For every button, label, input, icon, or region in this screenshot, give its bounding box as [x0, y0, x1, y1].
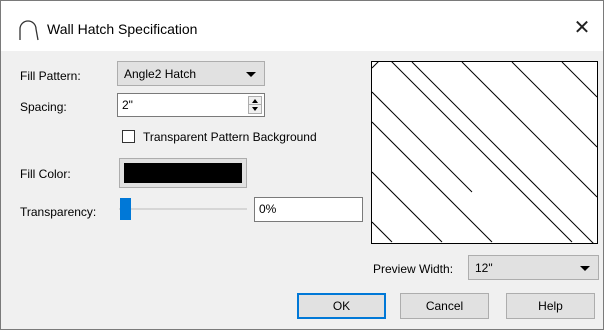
help-button-label: Help [538, 299, 563, 313]
fill-pattern-dropdown[interactable]: Angle2 Hatch [117, 61, 265, 86]
spacing-input[interactable]: 2" [117, 93, 265, 117]
spin-down-icon[interactable] [252, 107, 258, 111]
wall-hatch-dialog: Wall Hatch Specification ✕ Fill Pattern:… [0, 0, 604, 330]
preview-width-value: 12" [475, 261, 493, 275]
spin-divider [249, 104, 261, 105]
spacing-value: 2" [122, 98, 133, 112]
fill-pattern-value: Angle2 Hatch [124, 67, 197, 81]
transparency-label: Transparency: [20, 205, 97, 219]
ok-button-label: OK [332, 299, 351, 313]
fill-color-label: Fill Color: [20, 167, 71, 181]
ok-button[interactable]: OK [297, 293, 386, 319]
window-title: Wall Hatch Specification [47, 21, 198, 37]
transparency-input[interactable]: 0% [254, 197, 363, 222]
preview-width-label: Preview Width: [373, 262, 454, 276]
fill-color-swatch [124, 163, 242, 183]
fill-pattern-label: Fill Pattern: [20, 69, 81, 83]
preview-width-dropdown[interactable]: 12" [468, 255, 599, 280]
close-icon: ✕ [573, 17, 591, 39]
chevron-down-icon [246, 72, 256, 77]
chevron-down-icon [580, 266, 590, 271]
hatch-pattern-graphic [372, 62, 597, 243]
cancel-button-label: Cancel [425, 299, 464, 313]
spacing-label: Spacing: [20, 100, 67, 114]
cancel-button[interactable]: Cancel [400, 293, 489, 319]
hatch-preview [371, 61, 598, 244]
transparency-slider-thumb[interactable] [120, 198, 131, 220]
transparent-bg-label[interactable]: Transparent Pattern Background [143, 130, 317, 144]
spin-up-icon[interactable] [252, 99, 258, 103]
wall-arc-icon [19, 20, 39, 41]
spacing-stepper[interactable] [248, 96, 262, 114]
fill-color-button[interactable] [119, 158, 247, 188]
transparent-bg-checkbox[interactable] [122, 130, 135, 143]
transparency-value: 0% [259, 202, 277, 216]
help-button[interactable]: Help [506, 293, 595, 319]
transparency-slider-track[interactable] [119, 208, 247, 210]
close-button[interactable]: ✕ [567, 13, 597, 43]
title-bar: Wall Hatch Specification ✕ [1, 1, 603, 51]
